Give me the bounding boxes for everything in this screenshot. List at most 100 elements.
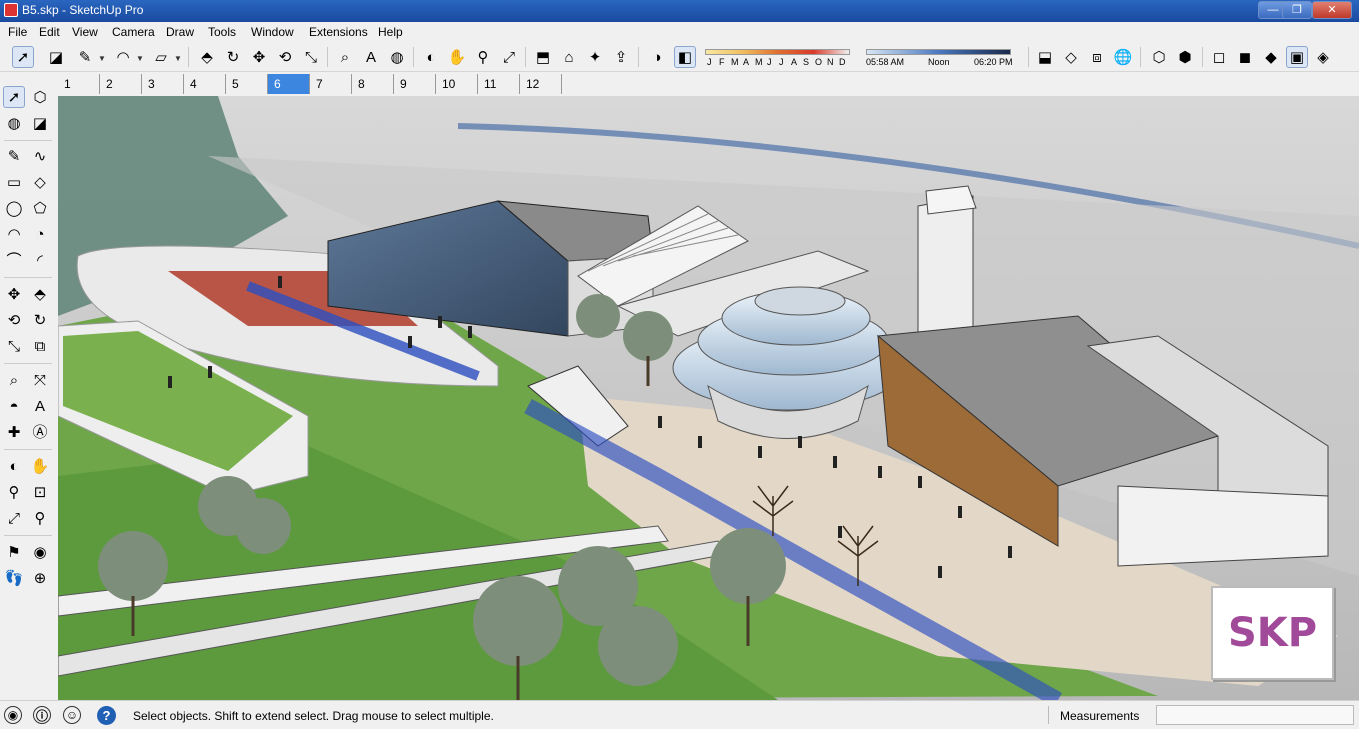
- info-icon[interactable]: ⓘ: [33, 706, 51, 724]
- scale-tool-button[interactable]: ⤡: [300, 46, 322, 68]
- warehouse-button[interactable]: ⌂: [558, 46, 580, 68]
- two-point-arc-button[interactable]: ⌒: [3, 249, 25, 271]
- shaded-textures-button[interactable]: ▣: [1286, 46, 1308, 68]
- scene-tab[interactable]: 9: [394, 74, 436, 94]
- pan-tool-button[interactable]: ✋: [446, 46, 468, 68]
- walk-button[interactable]: 👣: [3, 567, 25, 589]
- arc-tool-button[interactable]: ◠: [112, 46, 134, 68]
- follow-me-button[interactable]: ↻: [29, 309, 51, 331]
- shadow-month-slider[interactable]: J F M A M J J A S O N D: [705, 47, 855, 69]
- section-plane-button[interactable]: ⬓: [1034, 46, 1056, 68]
- section-cut-button[interactable]: ⧈: [1086, 46, 1108, 68]
- chevron-down-icon[interactable]: ▼: [174, 54, 182, 63]
- move-tool-button[interactable]: ✥: [248, 46, 270, 68]
- menu-tools[interactable]: Tools: [208, 25, 236, 39]
- time-slider-track[interactable]: [866, 49, 1011, 55]
- xray-button[interactable]: ⬡: [1148, 46, 1170, 68]
- offset-button[interactable]: ⧉: [29, 335, 51, 357]
- select-tool-button[interactable]: ➚: [3, 86, 25, 108]
- look-around-button[interactable]: ◉: [29, 541, 51, 563]
- zoom-tool-button[interactable]: ⚲: [472, 46, 494, 68]
- rectangle-tool-button[interactable]: ▱: [150, 46, 172, 68]
- zoom-window-button[interactable]: ⊡: [29, 481, 51, 503]
- position-camera-button[interactable]: ⚑: [3, 541, 25, 563]
- 3d-text-button[interactable]: Ⓐ: [29, 421, 51, 443]
- rotate-tool-button[interactable]: ⟲: [274, 46, 296, 68]
- user-icon[interactable]: ☺: [63, 706, 81, 724]
- zoom-button[interactable]: ⚲: [3, 481, 25, 503]
- follow-me-tool-button[interactable]: ↻: [222, 46, 244, 68]
- scene-tab[interactable]: 10: [436, 74, 478, 94]
- dimension-button[interactable]: ⤧: [29, 369, 51, 391]
- scene-tab[interactable]: 1: [58, 74, 100, 94]
- model-viewport[interactable]: SKP: [58, 96, 1359, 700]
- line-button[interactable]: ✎: [3, 145, 25, 167]
- eraser-tool-button[interactable]: ◪: [45, 46, 67, 68]
- shadows-toggle-button[interactable]: ◑: [646, 46, 668, 68]
- geo-location-button[interactable]: 🌐: [1112, 46, 1134, 68]
- move-button[interactable]: ✥: [3, 283, 25, 305]
- help-icon[interactable]: ?: [97, 706, 116, 725]
- scene-tab-selected[interactable]: 6: [268, 74, 310, 94]
- menu-draw[interactable]: Draw: [166, 25, 194, 39]
- menu-file[interactable]: File: [8, 25, 27, 39]
- pencil-tool-button[interactable]: ✎: [74, 46, 96, 68]
- select-tool-button[interactable]: ➚: [12, 46, 34, 68]
- polygon-button[interactable]: ⬠: [29, 197, 51, 219]
- orbit-button[interactable]: ◐: [3, 455, 25, 477]
- measurements-input[interactable]: [1156, 705, 1354, 725]
- zoom-extents-button[interactable]: ⤢: [498, 46, 520, 68]
- scene-tab[interactable]: 7: [310, 74, 352, 94]
- tape-measure-tool-button[interactable]: ⌕: [334, 46, 356, 68]
- arc-button[interactable]: ◠: [3, 223, 25, 245]
- scene-tab[interactable]: 2: [100, 74, 142, 94]
- rotated-rectangle-button[interactable]: ◇: [29, 171, 51, 193]
- extension-warehouse-button[interactable]: ✦: [584, 46, 606, 68]
- eraser-button[interactable]: ◪: [29, 112, 51, 134]
- section-display-button[interactable]: ◇: [1060, 46, 1082, 68]
- fog-toggle-button[interactable]: ◧: [674, 46, 696, 68]
- components-button[interactable]: ⬒: [532, 46, 554, 68]
- protractor-button[interactable]: ◓: [3, 395, 25, 417]
- share-model-button[interactable]: ⇪: [610, 46, 632, 68]
- maximize-button[interactable]: ❐: [1282, 1, 1312, 19]
- paint-bucket-tool-button[interactable]: ◍: [386, 46, 408, 68]
- scene-tab[interactable]: 4: [184, 74, 226, 94]
- text-tool-button[interactable]: A: [360, 46, 382, 68]
- menu-view[interactable]: View: [72, 25, 98, 39]
- chevron-down-icon[interactable]: ▼: [98, 54, 106, 63]
- month-slider-track[interactable]: [705, 49, 850, 55]
- scale-button[interactable]: ⤡: [3, 335, 25, 357]
- pan-button[interactable]: ✋: [29, 455, 51, 477]
- section-plane-button[interactable]: ⊕: [29, 567, 51, 589]
- circle-button[interactable]: ◯: [3, 197, 25, 219]
- hidden-line-button[interactable]: ◼: [1234, 46, 1256, 68]
- paint-bucket-button[interactable]: ◍: [3, 112, 25, 134]
- zoom-extents-button[interactable]: ⤢: [3, 507, 25, 529]
- back-edges-button[interactable]: ⬢: [1174, 46, 1196, 68]
- menu-camera[interactable]: Camera: [112, 25, 155, 39]
- chevron-down-icon[interactable]: ▼: [136, 54, 144, 63]
- make-component-button[interactable]: ⬡: [29, 86, 51, 108]
- axes-button[interactable]: ✚: [3, 421, 25, 443]
- rectangle-button[interactable]: ▭: [3, 171, 25, 193]
- menu-edit[interactable]: Edit: [39, 25, 60, 39]
- text-button[interactable]: A: [29, 395, 51, 417]
- shaded-button[interactable]: ◆: [1260, 46, 1282, 68]
- wireframe-button[interactable]: ◻: [1208, 46, 1230, 68]
- monochrome-button[interactable]: ◈: [1312, 46, 1334, 68]
- three-point-arc-button[interactable]: ◜: [29, 249, 51, 271]
- push-pull-button[interactable]: ⬘: [29, 283, 51, 305]
- push-pull-tool-button[interactable]: ⬘: [196, 46, 218, 68]
- close-button[interactable]: ✕: [1312, 1, 1352, 19]
- menu-extensions[interactable]: Extensions: [309, 25, 368, 39]
- menu-window[interactable]: Window: [251, 25, 294, 39]
- freehand-button[interactable]: ∿: [29, 145, 51, 167]
- scene-tab[interactable]: 11: [478, 74, 520, 94]
- scene-tab[interactable]: 5: [226, 74, 268, 94]
- geo-location-icon[interactable]: ◉: [4, 706, 22, 724]
- shadow-time-slider[interactable]: 05:58 AM Noon 06:20 PM: [866, 47, 1016, 69]
- orbit-tool-button[interactable]: ◐: [420, 46, 442, 68]
- tape-measure-button[interactable]: ⌕: [3, 369, 25, 391]
- scene-tab[interactable]: 8: [352, 74, 394, 94]
